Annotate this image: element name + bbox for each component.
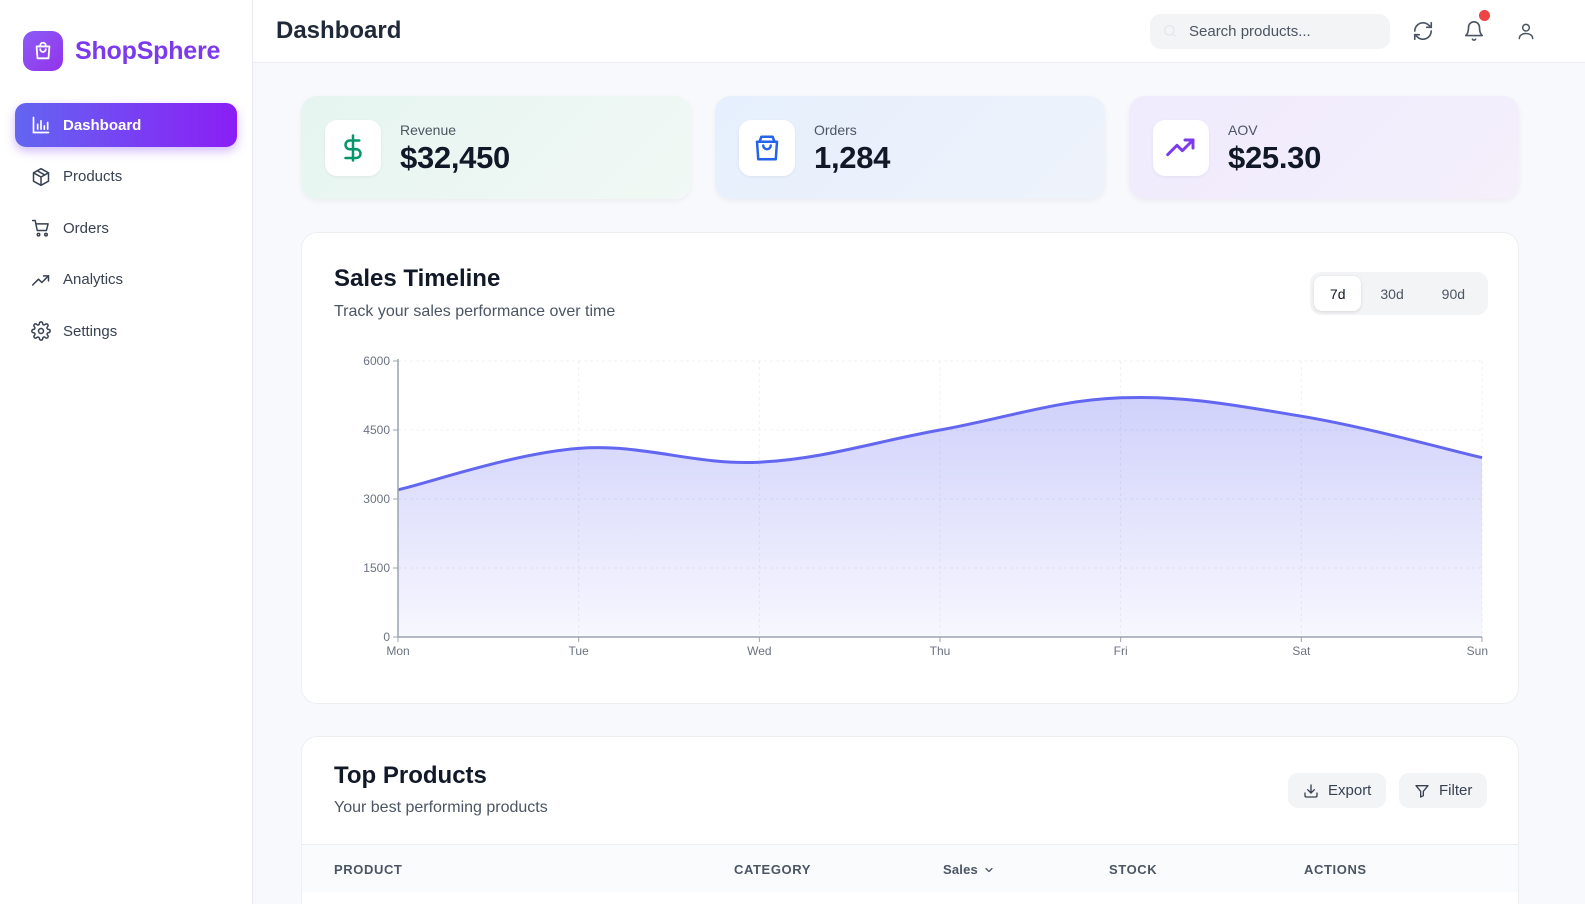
panel-title: Top Products	[334, 762, 487, 789]
sales-area-chart: 0 1500 3000 4500 6000 Mon Tue Wed Thu Fri Sat Sun	[363, 354, 1488, 658]
filter-label: Filter	[1439, 782, 1473, 799]
x-tick-label: Tue	[569, 644, 590, 658]
stat-value: $32,450	[400, 140, 510, 175]
brand-name: ShopSphere	[75, 36, 221, 65]
export-label: Export	[1328, 782, 1372, 799]
bell-icon	[1464, 21, 1484, 42]
export-button[interactable]: Export	[1288, 773, 1387, 808]
x-tick-label: Fri	[1114, 644, 1128, 658]
y-tick-label: 1500	[363, 561, 390, 575]
x-tick-label: Thu	[930, 644, 951, 658]
stat-value: $25.30	[1228, 140, 1322, 175]
filter-icon	[1414, 783, 1430, 799]
search-input[interactable]	[1150, 14, 1390, 49]
download-icon	[1303, 783, 1319, 799]
refresh-button[interactable]	[1411, 19, 1435, 43]
stat-label: Revenue	[400, 122, 457, 138]
chevron-down-icon	[985, 867, 993, 872]
sidebar-nav: Dashboard Products Orders Analytics Sett…	[15, 103, 237, 361]
sidebar-item-settings[interactable]: Settings	[15, 309, 237, 353]
search-icon	[1164, 25, 1176, 37]
notifications-button[interactable]	[1462, 10, 1490, 43]
trending-up-icon	[31, 270, 51, 290]
sidebar: ShopSphere Dashboard Products Orders Ana…	[0, 0, 253, 904]
column-header-product[interactable]: Product	[334, 862, 402, 877]
stat-value: 1,284	[814, 140, 891, 175]
x-tick-label: Mon	[386, 644, 409, 658]
sidebar-item-label: Analytics	[63, 271, 124, 288]
user-icon	[1518, 23, 1534, 40]
stat-card-aov: AOV $25.30	[1129, 96, 1519, 199]
brand[interactable]: ShopSphere	[23, 31, 220, 71]
page-title: Dashboard	[276, 17, 402, 44]
table-header: Product Category Sales Stock Actions	[302, 844, 1518, 892]
sidebar-item-analytics[interactable]: Analytics	[15, 258, 237, 302]
y-tick-label: 6000	[363, 354, 390, 368]
x-tick-label: Wed	[747, 644, 771, 658]
sidebar-item-products[interactable]: Products	[15, 155, 237, 199]
sidebar-item-dashboard[interactable]: Dashboard	[15, 103, 237, 147]
stat-card-revenue: Revenue $32,450	[301, 96, 691, 199]
panel-subtitle: Your best performing products	[334, 799, 548, 816]
y-tick-label: 4500	[363, 423, 390, 437]
top-header: Dashboard	[253, 0, 1585, 63]
gear-icon	[31, 321, 51, 341]
stat-label: Orders	[814, 122, 857, 138]
sidebar-item-orders[interactable]: Orders	[15, 206, 237, 250]
sidebar-item-label: Dashboard	[63, 116, 142, 134]
sales-timeline-panel: Sales Timeline Track your sales performa…	[301, 232, 1519, 704]
column-header-category[interactable]: Category	[734, 862, 811, 877]
refresh-icon	[1413, 21, 1433, 41]
profile-button[interactable]	[1514, 19, 1538, 43]
trending-up-icon	[1153, 120, 1209, 176]
top-products-panel: Top Products Your best performing produc…	[301, 736, 1519, 904]
y-tick-label: 0	[383, 630, 390, 644]
search-box[interactable]	[1150, 14, 1390, 49]
column-header-sales[interactable]: Sales	[943, 862, 995, 877]
box-icon	[31, 167, 51, 187]
shopping-bag-icon	[739, 120, 795, 176]
column-header-stock[interactable]: Stock	[1109, 862, 1157, 877]
cart-icon	[31, 218, 51, 238]
dollar-icon	[325, 120, 381, 176]
sidebar-item-label: Products	[63, 168, 123, 185]
column-header-sales-label: Sales	[943, 862, 978, 877]
stat-label: AOV	[1228, 122, 1258, 138]
bar-chart-icon	[31, 115, 51, 135]
shopping-bag-logo-icon	[23, 31, 63, 71]
y-tick-label: 3000	[363, 492, 390, 506]
notification-dot	[1479, 10, 1490, 21]
column-header-actions[interactable]: Actions	[1304, 862, 1367, 877]
filter-button[interactable]: Filter	[1399, 773, 1488, 808]
sales-area	[398, 397, 1482, 637]
x-tick-label: Sun	[1467, 644, 1488, 658]
stat-card-orders: Orders 1,284	[715, 96, 1105, 199]
sidebar-item-label: Orders	[63, 219, 109, 237]
x-tick-label: Sat	[1292, 644, 1311, 658]
sidebar-item-label: Settings	[63, 322, 118, 340]
